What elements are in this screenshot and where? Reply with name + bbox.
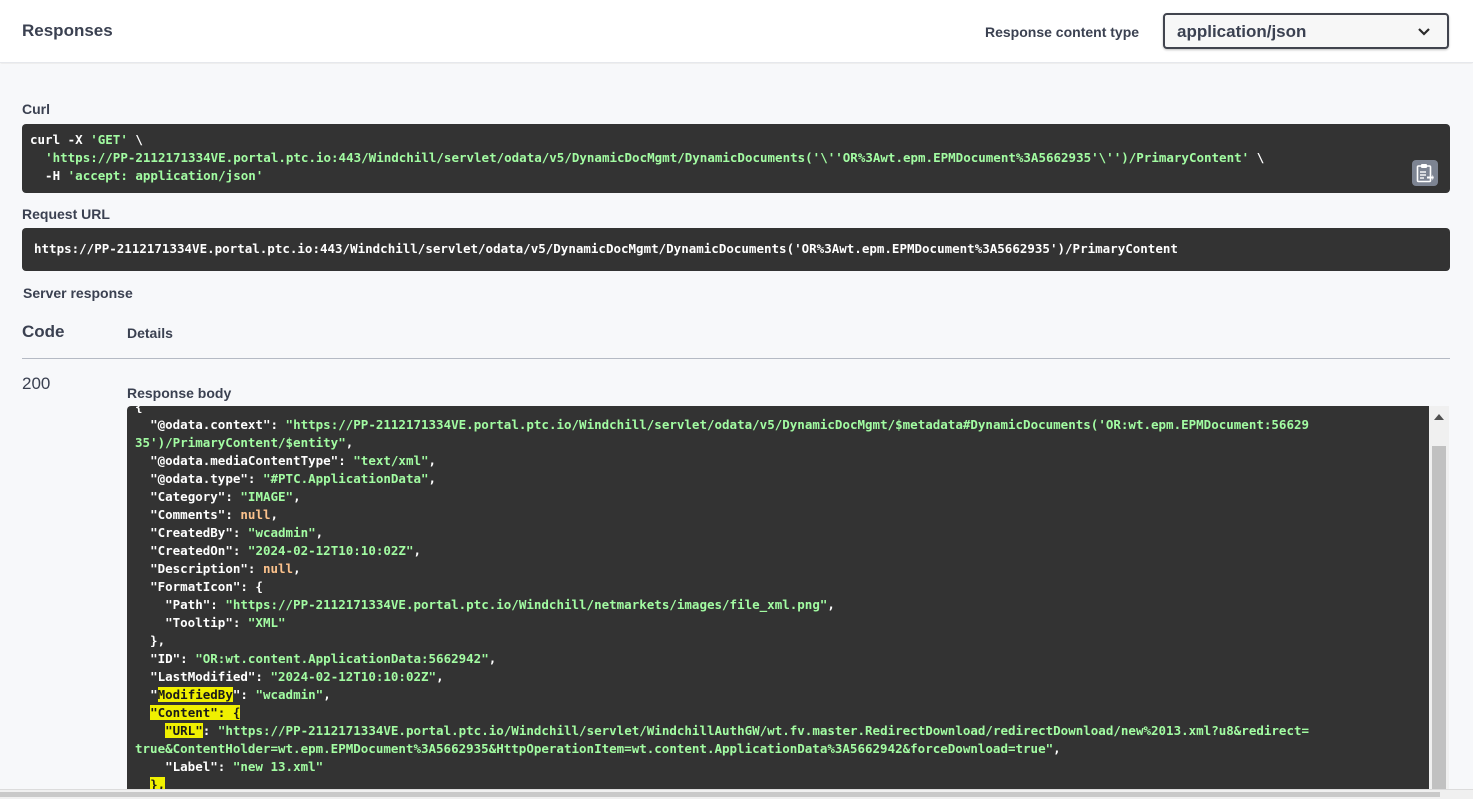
page-horizontal-scrollbar[interactable] bbox=[0, 789, 1473, 799]
status-code: 200 bbox=[22, 374, 51, 393]
responses-title: Responses bbox=[22, 21, 113, 40]
clipboard-copy-icon bbox=[1416, 164, 1434, 183]
chevron-down-icon bbox=[1418, 28, 1430, 36]
response-content-type-label: Response content type bbox=[985, 24, 1140, 40]
response-body-code[interactable]: { "@odata.context": "https://PP-21121713… bbox=[127, 406, 1429, 799]
horizontal-scrollbar-thumb[interactable] bbox=[0, 792, 1440, 797]
response-content-type-value: application/json bbox=[1177, 22, 1307, 41]
curl-line-3: -H 'accept: application/json' bbox=[30, 168, 264, 183]
table-divider bbox=[22, 358, 1450, 359]
scrollbar-thumb[interactable] bbox=[1432, 446, 1446, 799]
highlight-modifiedby: ModifiedBy bbox=[157, 687, 233, 702]
curl-method: 'GET' bbox=[90, 132, 128, 147]
curl-header: 'accept: application/json' bbox=[67, 168, 264, 183]
curl-code-block[interactable]: curl -X 'GET' \ 'https://PP-2112171334VE… bbox=[22, 124, 1450, 193]
response-body-scrollbar[interactable] bbox=[1429, 406, 1449, 799]
curl-line-2: 'https://PP-2112171334VE.portal.ptc.io:4… bbox=[45, 150, 1265, 165]
details-column-header: Details bbox=[127, 325, 173, 341]
curl-line-1: curl -X 'GET' \ bbox=[30, 132, 143, 147]
response-body-json: { "@odata.context": "https://PP-21121713… bbox=[135, 406, 1310, 792]
scroll-up-arrow-icon[interactable] bbox=[1434, 414, 1444, 420]
highlight-url-key: "URL" bbox=[165, 723, 203, 738]
response-content-type-select[interactable]: application/json bbox=[1163, 13, 1449, 49]
request-url-value: https://PP-2112171334VE.portal.ptc.io:44… bbox=[34, 241, 1178, 256]
request-url-block[interactable]: https://PP-2112171334VE.portal.ptc.io:44… bbox=[22, 228, 1450, 271]
copy-to-clipboard-button[interactable] bbox=[1412, 160, 1438, 186]
server-response-label: Server response bbox=[23, 285, 133, 301]
highlight-content: "Content": { bbox=[150, 705, 241, 720]
curl-url: 'https://PP-2112171334VE.portal.ptc.io:4… bbox=[45, 150, 1250, 165]
response-body-label: Response body bbox=[127, 385, 232, 401]
code-column-header: Code bbox=[22, 322, 65, 341]
responses-header: Responses Response content type applicat… bbox=[0, 0, 1473, 63]
request-url-label: Request URL bbox=[22, 206, 110, 222]
curl-label: Curl bbox=[22, 101, 50, 117]
